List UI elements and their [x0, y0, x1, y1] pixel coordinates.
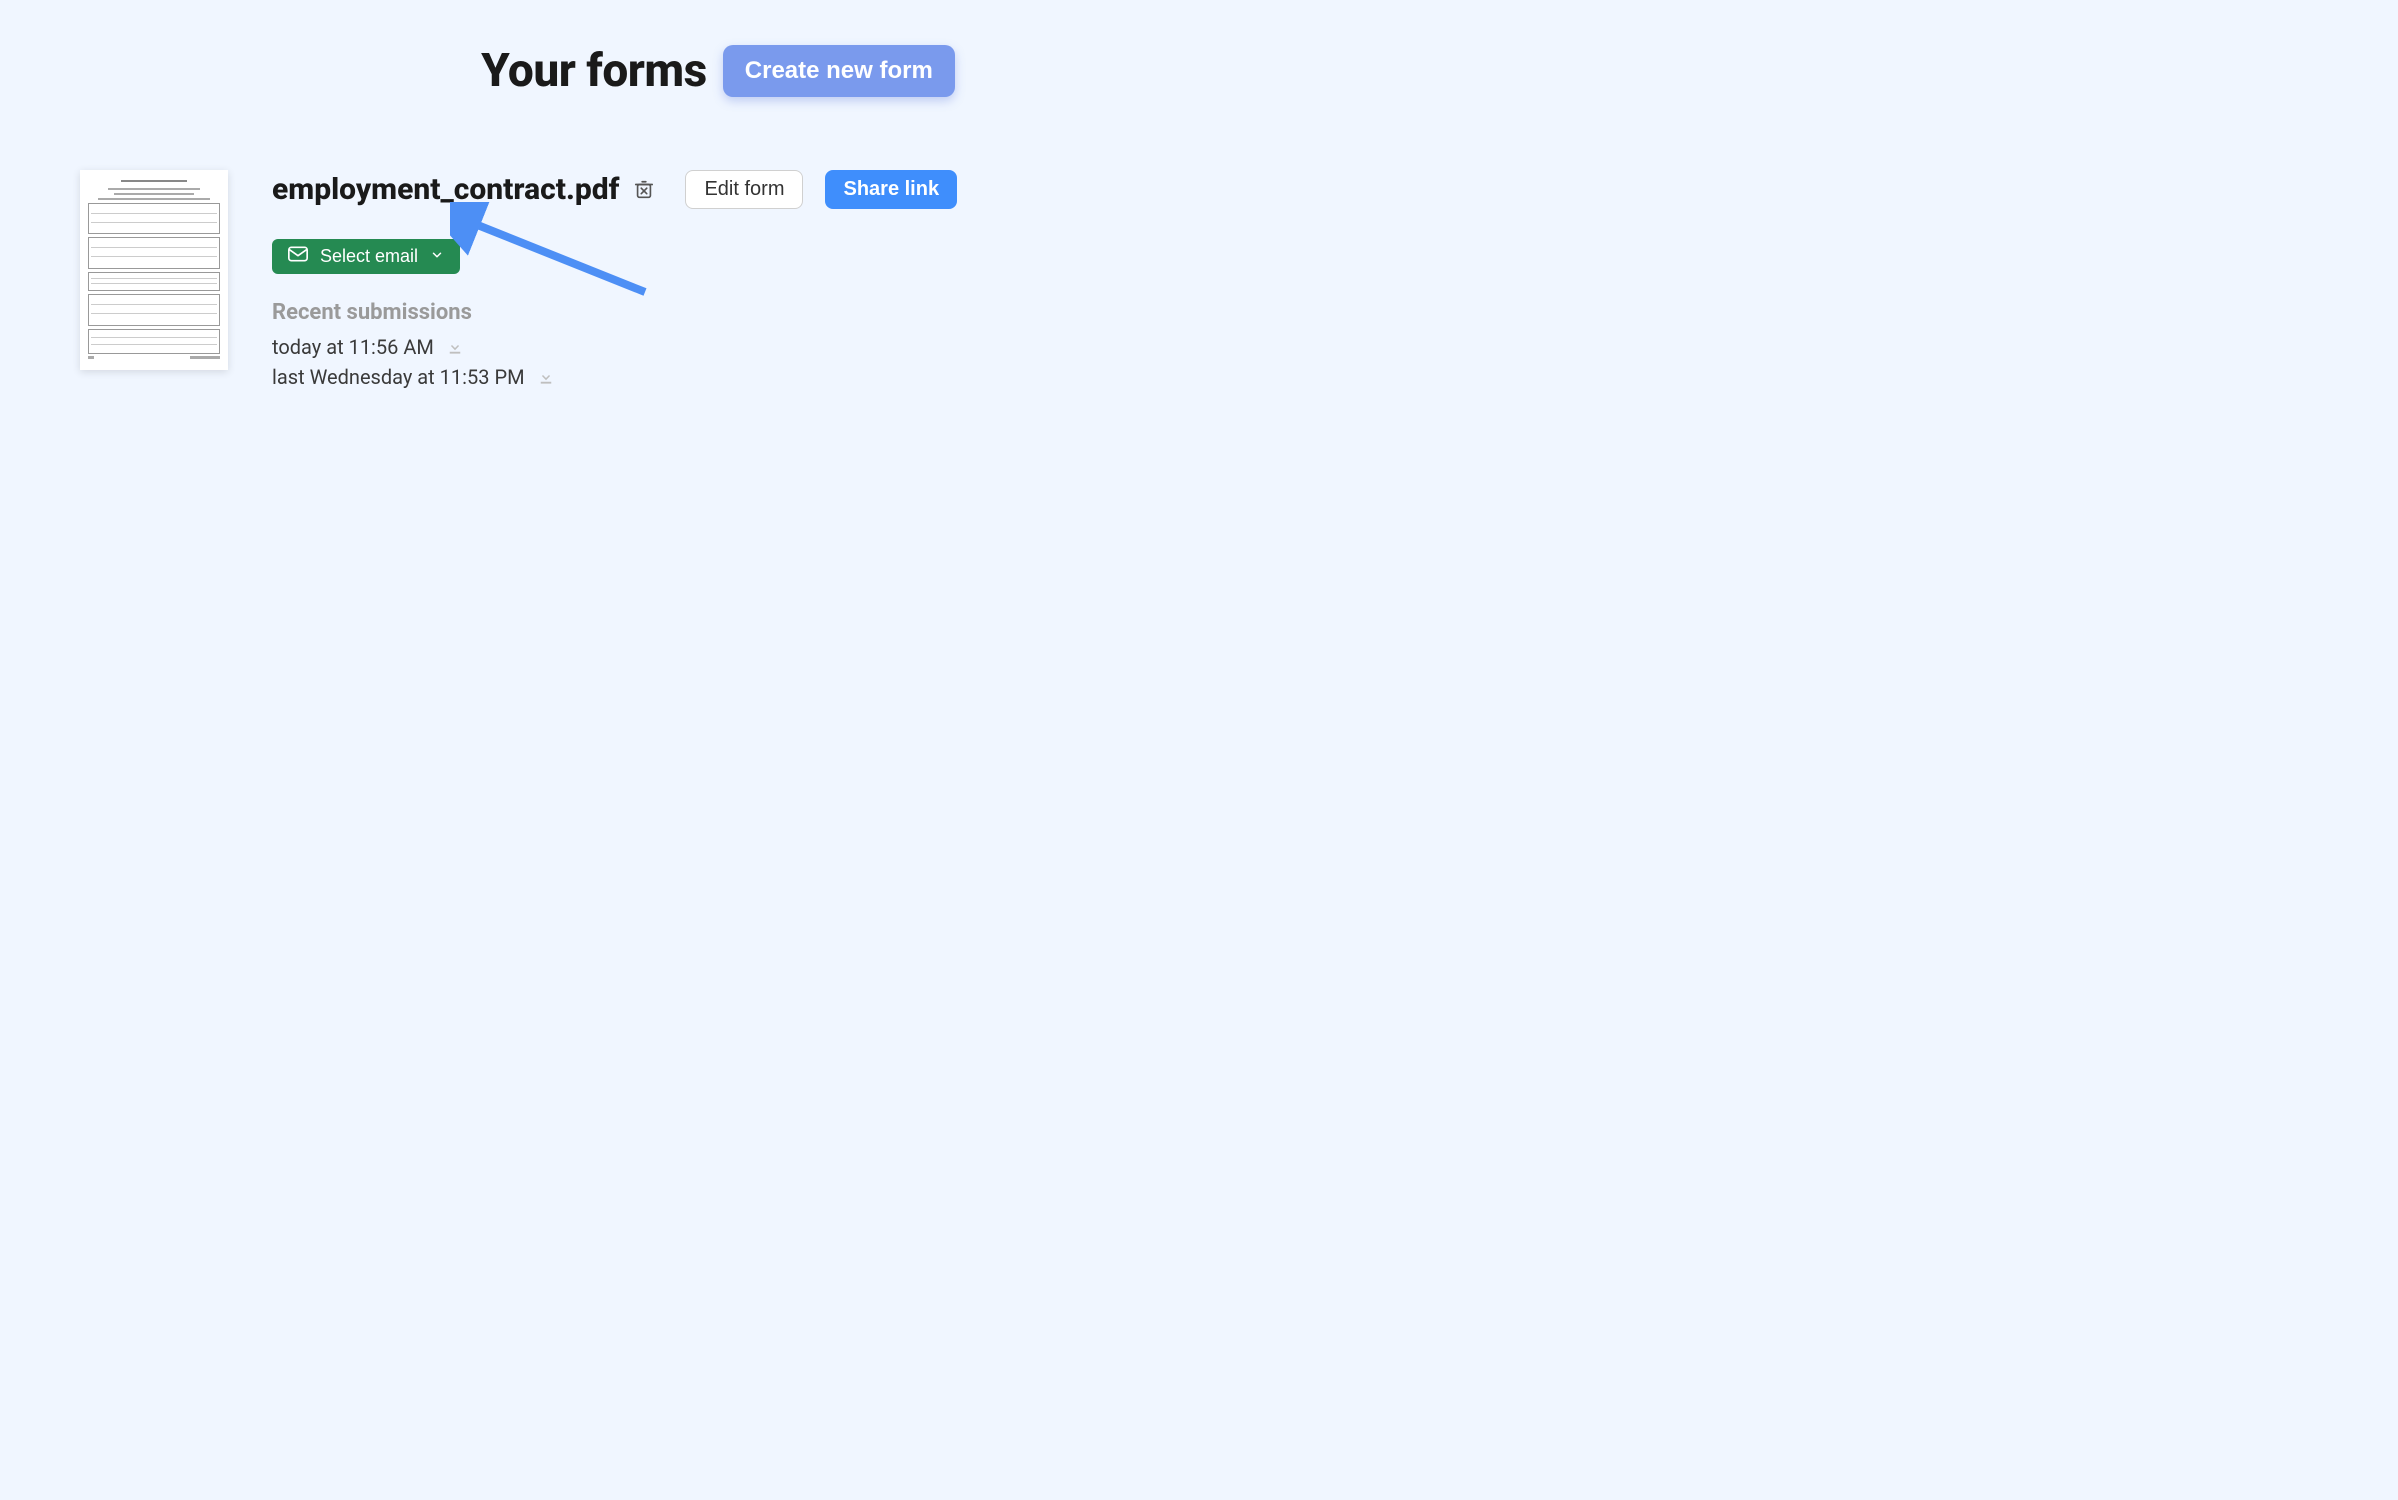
- submission-row: today at 11:56 AM: [272, 335, 1356, 359]
- select-email-label: Select email: [320, 246, 418, 267]
- form-details: employment_contract.pdf Edit form Share …: [272, 170, 1356, 395]
- download-icon[interactable]: [446, 338, 464, 356]
- recent-submissions-heading: Recent submissions: [272, 300, 1356, 325]
- submission-timestamp: today at 11:56 AM: [272, 335, 434, 359]
- page-header: Your forms Create new form: [80, 44, 1356, 98]
- page-title: Your forms: [481, 44, 707, 98]
- create-new-form-button[interactable]: Create new form: [723, 45, 955, 97]
- submission-row: last Wednesday at 11:53 PM: [272, 365, 1356, 389]
- chevron-down-icon: [430, 246, 444, 267]
- share-link-button[interactable]: Share link: [825, 170, 957, 209]
- form-card: employment_contract.pdf Edit form Share …: [80, 170, 1356, 395]
- form-header-row: employment_contract.pdf Edit form Share …: [272, 170, 1356, 209]
- select-email-dropdown[interactable]: Select email: [272, 239, 460, 274]
- envelope-icon: [288, 246, 308, 267]
- download-icon[interactable]: [537, 368, 555, 386]
- form-filename: employment_contract.pdf: [272, 172, 619, 207]
- delete-icon[interactable]: [633, 179, 655, 201]
- submission-timestamp: last Wednesday at 11:53 PM: [272, 365, 525, 389]
- form-thumbnail[interactable]: [80, 170, 228, 370]
- edit-form-button[interactable]: Edit form: [685, 170, 803, 209]
- page-container: Your forms Create new form employment_co…: [0, 0, 1436, 439]
